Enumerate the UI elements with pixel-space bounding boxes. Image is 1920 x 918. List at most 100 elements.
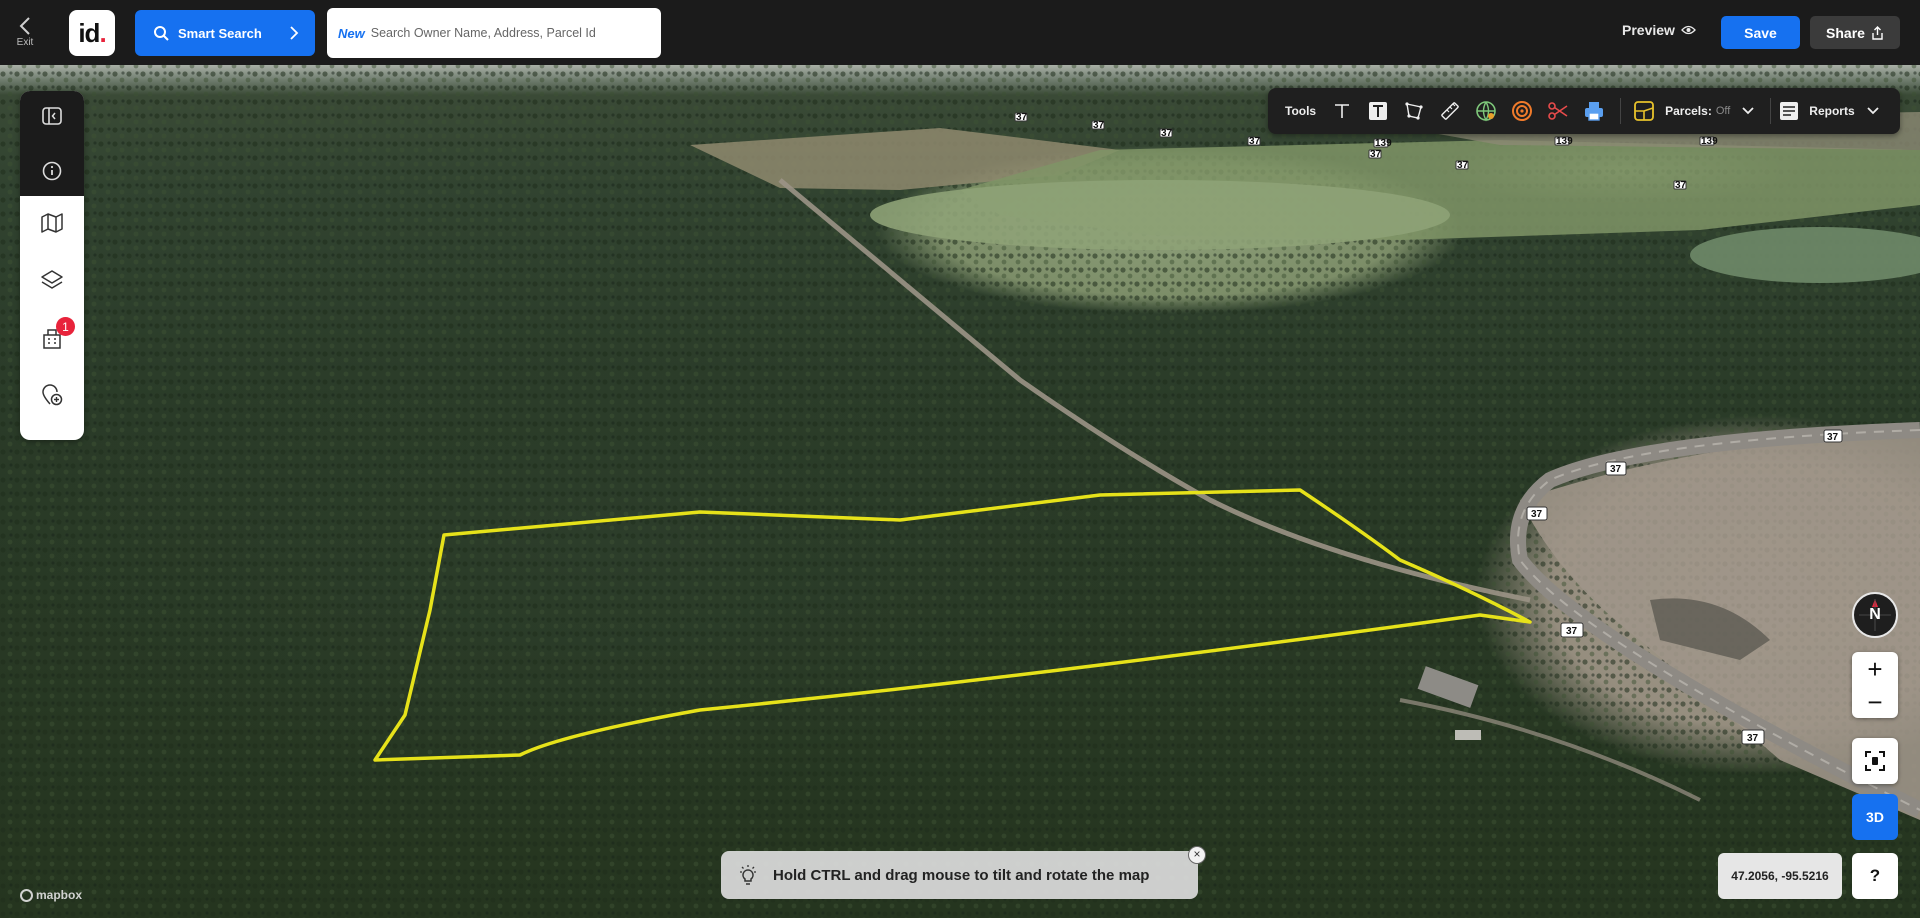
globe-icon [1476, 101, 1496, 122]
tools-divider [1770, 98, 1772, 124]
reports-dropdown[interactable]: Reports [1779, 101, 1879, 121]
coordinates-readout: 47.2056, -95.5216 [1718, 853, 1842, 899]
search-input[interactable] [370, 26, 641, 40]
svg-text:37: 37 [1093, 120, 1105, 131]
svg-text:37: 37 [1370, 149, 1382, 160]
route-shield: 37 [1247, 136, 1261, 147]
logo-text: id [78, 17, 100, 48]
chevron-down-icon [1742, 107, 1754, 115]
text-tool-button[interactable] [1324, 93, 1360, 129]
logo-dot: . [99, 17, 106, 48]
search-box[interactable]: New [327, 8, 661, 58]
route-shield: 139 [1554, 136, 1573, 147]
reports-label: Reports [1809, 104, 1855, 118]
lightbulb-icon [740, 865, 756, 885]
exit-button[interactable]: Exit [8, 10, 42, 56]
save-button[interactable]: Save [1721, 16, 1800, 49]
route-shield: 37 [1159, 128, 1173, 139]
route-shield: 37 [1091, 120, 1105, 131]
notification-badge: 1 [56, 317, 75, 336]
svg-text:37: 37 [1161, 128, 1173, 139]
help-button[interactable]: ? [1852, 853, 1898, 899]
svg-text:139: 139 [1701, 136, 1718, 147]
printer-icon [1585, 102, 1604, 121]
route-shield: 37 [1526, 506, 1548, 521]
compass-button[interactable]: N [1852, 592, 1898, 638]
layers-button[interactable] [20, 255, 84, 305]
zoom-in-button[interactable]: + [1852, 652, 1898, 685]
svg-text:37: 37 [1610, 464, 1622, 475]
route-shield: 37 [1014, 112, 1028, 123]
parcels-icon [1634, 101, 1655, 121]
route-shields: 37 37 37 37 37 37 37 37 37 37 139 139 13… [1014, 112, 1843, 745]
preview-button[interactable]: Preview [1622, 22, 1696, 38]
parcels-toggle[interactable]: Parcels: Off [1633, 100, 1754, 122]
app-logo[interactable]: id. [69, 10, 115, 56]
route-shield: 37 [1605, 461, 1627, 476]
report-icon [1780, 102, 1799, 120]
map-button[interactable] [20, 198, 84, 248]
printer-button[interactable] [1576, 93, 1612, 129]
eye-icon [1681, 25, 1696, 35]
route-shield: 37 [1368, 149, 1382, 160]
map-canvas[interactable]: 37 37 37 37 37 37 37 37 37 37 139 139 13… [0, 65, 1920, 918]
ruler-icon [1441, 102, 1459, 120]
route-shield: 139 [1699, 136, 1718, 147]
svg-text:37: 37 [1016, 112, 1028, 123]
smart-search-button[interactable]: Smart Search [135, 10, 315, 56]
map-icon [41, 213, 63, 233]
share-label: Share [1826, 24, 1865, 41]
focus-parcel-button[interactable] [1852, 738, 1898, 784]
mapbox-attribution[interactable]: mapbox [20, 888, 82, 902]
text-box-tool-button[interactable] [1360, 93, 1396, 129]
polygon-tool-button[interactable] [1396, 93, 1432, 129]
text-box-tool-icon [1369, 102, 1388, 120]
svg-text:37: 37 [1566, 626, 1578, 637]
3d-toggle-button[interactable]: 3D [1852, 794, 1898, 840]
zoom-controls: + − [1852, 652, 1898, 718]
globe-button[interactable] [1468, 93, 1504, 129]
hint-close-button[interactable]: × [1188, 846, 1206, 864]
tilt-hint: Hold CTRL and drag mouse to tilt and rot… [721, 851, 1198, 899]
svg-text:139: 139 [1556, 136, 1573, 147]
svg-text:37: 37 [1457, 160, 1469, 171]
panel-toggle-button[interactable] [20, 91, 84, 141]
svg-text:37: 37 [1531, 509, 1543, 520]
ruler-button[interactable] [1432, 93, 1468, 129]
buildings-button[interactable]: 1 [20, 313, 84, 363]
preview-label: Preview [1622, 22, 1675, 38]
svg-text:37: 37 [1249, 136, 1261, 147]
scissors-button[interactable] [1540, 93, 1576, 129]
top-bar: Exit id. Smart Search New Preview Save S… [0, 0, 1920, 65]
parcels-state: Off [1715, 105, 1731, 117]
polygon-tool-icon [1405, 102, 1423, 120]
add-location-button[interactable] [20, 370, 84, 420]
zoom-out-button[interactable]: − [1852, 685, 1898, 718]
layers-icon [41, 270, 63, 289]
radius-button[interactable] [1504, 93, 1540, 129]
location-plus-icon [42, 384, 63, 406]
search-icon [154, 26, 169, 41]
route-shield: 37 [1741, 729, 1765, 745]
scissors-icon [1548, 102, 1568, 120]
info-button[interactable] [20, 146, 84, 196]
route-shield: 37 [1823, 429, 1843, 443]
search-new-tag: New [338, 25, 365, 41]
route-shield: 37 [1673, 180, 1687, 191]
compass-label: N [1869, 606, 1881, 623]
share-button[interactable]: Share [1810, 16, 1900, 49]
route-shield: 139 [1373, 138, 1392, 149]
chevron-down-icon [1867, 107, 1879, 115]
parcels-label: Parcels: [1665, 104, 1712, 118]
chevron-left-icon [19, 17, 30, 35]
info-icon [42, 161, 62, 181]
svg-text:37: 37 [1747, 733, 1759, 744]
svg-text:139: 139 [1375, 138, 1392, 149]
panel-toggle-icon [42, 107, 62, 125]
left-rail: 1 [20, 91, 84, 440]
tools-divider [1620, 98, 1622, 124]
route-shield: 37 [1455, 160, 1469, 171]
svg-text:37: 37 [1675, 180, 1687, 191]
hint-text: Hold CTRL and drag mouse to tilt and rot… [773, 866, 1150, 884]
chevron-right-icon [290, 26, 299, 40]
